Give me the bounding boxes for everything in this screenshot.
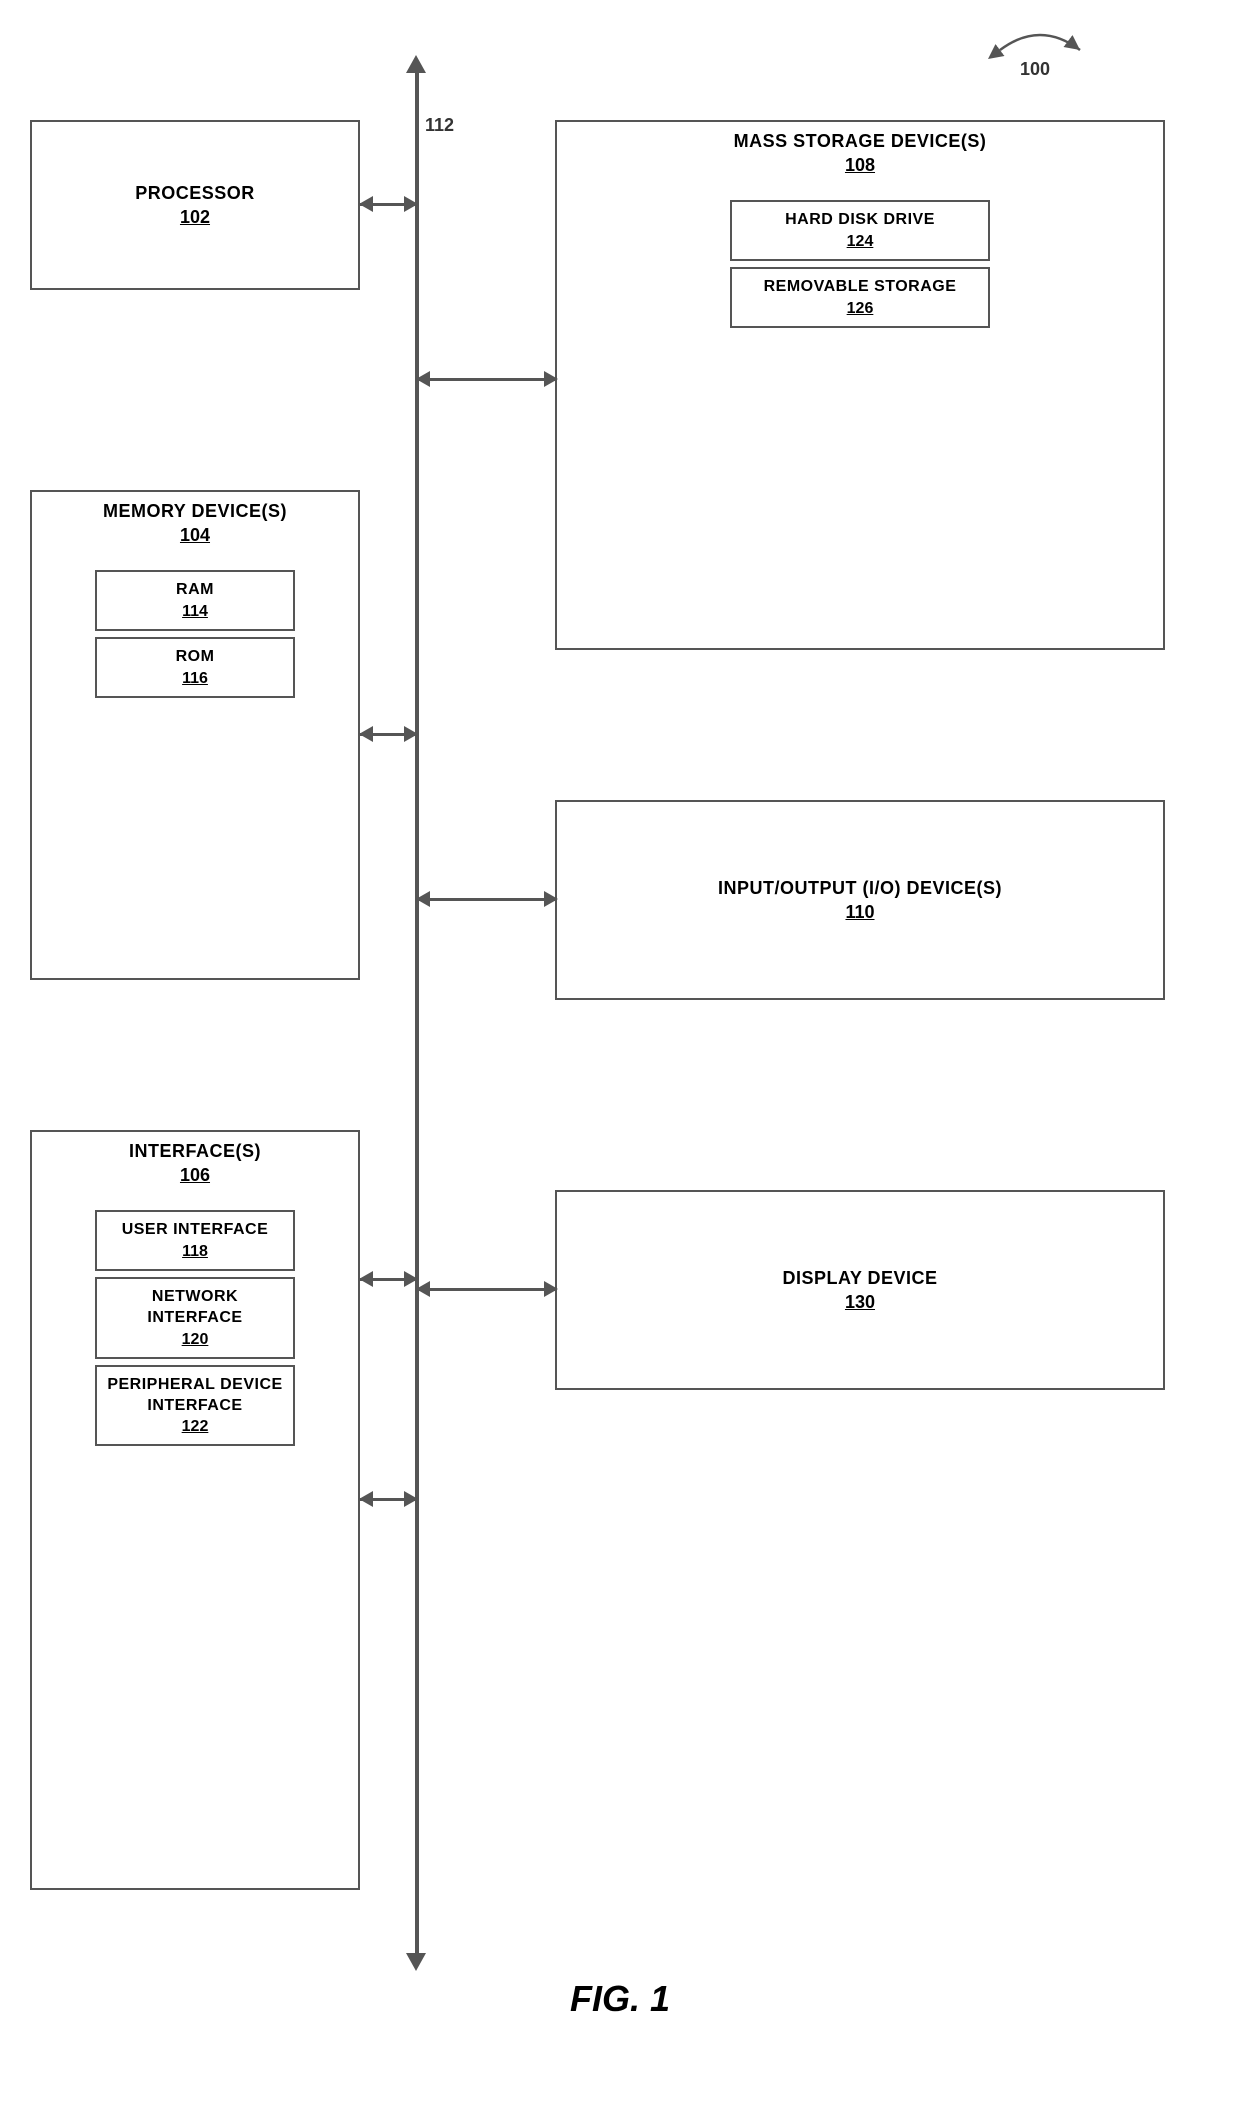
memory-title: MEMORY DEVICE(S) 104 — [32, 492, 358, 550]
peripheral-interface-box: PERIPHERAL DEVICE INTERFACE 122 — [95, 1365, 295, 1447]
interfaces-box: INTERFACE(S) 106 USER INTERFACE 118 NETW… — [30, 1130, 360, 1890]
hard-disk-number: 124 — [742, 233, 978, 251]
display-box: DISPLAY DEVICE 130 — [555, 1190, 1165, 1390]
processor-box: PROCESSOR 102 — [30, 120, 360, 290]
peripheral-interface-number: 122 — [107, 1418, 283, 1436]
removable-storage-number: 126 — [742, 300, 978, 318]
svg-text:100: 100 — [1020, 59, 1050, 79]
removable-storage-label: REMOVABLE STORAGE — [742, 277, 978, 298]
peripheral-interface-label: PERIPHERAL DEVICE INTERFACE — [107, 1375, 283, 1417]
arrow-processor — [360, 203, 417, 206]
mass-storage-title: MASS STORAGE DEVICE(S) 108 — [557, 122, 1163, 180]
display-number: 130 — [845, 1292, 875, 1313]
rom-label: ROM — [107, 647, 283, 668]
network-interface-box: NETWORK INTERFACE 120 — [95, 1277, 295, 1359]
rom-box: ROM 116 — [95, 637, 295, 698]
arrow-user-interface — [360, 1278, 417, 1281]
bus-arrow-bottom — [406, 1953, 426, 1971]
io-label: INPUT/OUTPUT (I/O) DEVICE(S) — [718, 877, 1002, 900]
processor-label: PROCESSOR — [135, 182, 255, 205]
display-label: DISPLAY DEVICE — [782, 1267, 937, 1290]
user-interface-number: 118 — [107, 1243, 283, 1261]
diagram: 100 112 PROCESSOR 102 MASS STORAGE DEVIC… — [0, 0, 1240, 2050]
ref-100-label: 100 — [980, 20, 1100, 85]
user-interface-box: USER INTERFACE 118 — [95, 1210, 295, 1271]
user-interface-label: USER INTERFACE — [107, 1220, 283, 1241]
arrow-io — [417, 898, 557, 901]
hard-disk-label: HARD DISK DRIVE — [742, 210, 978, 231]
arrow-network-interface — [360, 1498, 417, 1501]
interfaces-title: INTERFACE(S) 106 — [32, 1132, 358, 1190]
figure-label: FIG. 1 — [570, 1978, 670, 2020]
io-number: 110 — [845, 902, 874, 923]
mass-storage-box: MASS STORAGE DEVICE(S) 108 HARD DISK DRI… — [555, 120, 1165, 650]
hard-disk-box: HARD DISK DRIVE 124 — [730, 200, 990, 261]
bus-line — [415, 73, 419, 1953]
removable-storage-box: REMOVABLE STORAGE 126 — [730, 267, 990, 328]
processor-number: 102 — [180, 207, 210, 228]
arrow-mass-storage — [417, 378, 557, 381]
ram-number: 114 — [107, 603, 283, 621]
ram-label: RAM — [107, 580, 283, 601]
rom-number: 116 — [107, 670, 283, 688]
arrow-display — [417, 1288, 557, 1291]
network-interface-number: 120 — [107, 1331, 283, 1349]
io-box: INPUT/OUTPUT (I/O) DEVICE(S) 110 — [555, 800, 1165, 1000]
bus-label: 112 — [425, 115, 454, 136]
memory-box: MEMORY DEVICE(S) 104 RAM 114 ROM 116 — [30, 490, 360, 980]
ram-box: RAM 114 — [95, 570, 295, 631]
bus-arrow-top — [406, 55, 426, 73]
arrow-memory — [360, 733, 417, 736]
network-interface-label: NETWORK INTERFACE — [107, 1287, 283, 1329]
